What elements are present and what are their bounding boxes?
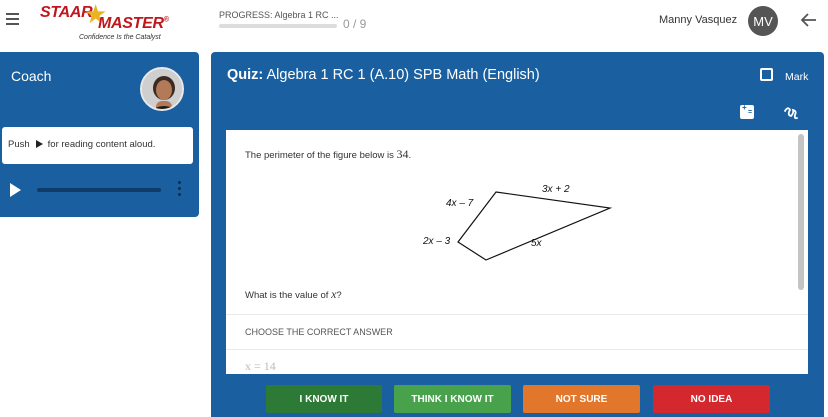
quiz-title-prefix: Quiz: (227, 67, 264, 83)
progress-indicator: PROGRESS: Algebra 1 RC ... 0 / 9 (219, 10, 379, 31)
hamburger-icon[interactable] (6, 13, 19, 25)
question-text-main: The perimeter of the figure below is (245, 150, 394, 161)
coach-speech-bubble: Push for reading content aloud. (2, 127, 193, 164)
no-idea-button[interactable]: NO IDEA (653, 385, 770, 413)
user-avatar[interactable]: MV (748, 6, 778, 36)
prompt-text-main: What is the value of (245, 290, 329, 301)
side-label-top-left: 4x – 7 (446, 198, 474, 209)
progress-track (219, 24, 337, 28)
more-vertical-icon[interactable] (177, 181, 183, 199)
scribble-icon[interactable] (783, 105, 799, 121)
logo-tagline: Confidence Is the Catalyst (79, 34, 161, 41)
choose-answer-header: CHOOSE THE CORRECT ANSWER (226, 314, 808, 350)
question-text: The perimeter of the figure below is 34. (245, 147, 411, 162)
speech-text-end: for reading content aloud. (47, 139, 156, 150)
side-label-top: 3x + 2 (542, 184, 570, 195)
answer-option[interactable]: x = 14 (245, 359, 276, 374)
progress-count: 0 / 9 (343, 17, 367, 31)
audio-progress-bar[interactable] (37, 188, 161, 192)
question-scrollbar[interactable] (798, 134, 804, 290)
staar-master-logo[interactable]: STAAR ★ MASTER® Confidence Is the Cataly… (38, 1, 178, 43)
prompt-text: What is the value of x? (245, 287, 342, 302)
mark-checkbox[interactable] (760, 68, 773, 81)
logo-word-master: MASTER® (98, 15, 169, 32)
side-label-bottom: 5x (531, 238, 542, 249)
answer-option-text: x = 14 (245, 359, 276, 373)
question-value: 34 (396, 147, 409, 161)
not-sure-button[interactable]: NOT SURE (523, 385, 640, 413)
choose-answer-label: CHOOSE THE CORRECT ANSWER (245, 327, 393, 337)
speech-text-start: Push (8, 139, 30, 150)
user-name: Manny Vasquez (659, 14, 738, 26)
play-inline-icon (35, 140, 43, 148)
calculator-icon[interactable] (740, 103, 754, 119)
prompt-text-end: ? (336, 290, 342, 301)
quadrilateral-shape (457, 191, 613, 261)
coach-avatar (140, 67, 184, 111)
question-panel: The perimeter of the figure below is 34.… (226, 130, 808, 374)
quiz-title: Quiz: Algebra 1 RC 1 (A.10) SPB Math (En… (227, 67, 540, 83)
arrow-left-icon[interactable] (800, 11, 818, 29)
quadrilateral-figure: 4x – 7 3x + 2 2x – 3 5x (418, 182, 648, 277)
quiz-title-text: Algebra 1 RC 1 (A.10) SPB Math (English) (266, 67, 540, 83)
side-label-left: 2x – 3 (423, 236, 451, 247)
play-icon[interactable] (10, 183, 21, 197)
i-know-it-button[interactable]: I KNOW IT (266, 385, 382, 413)
coach-panel: Coach Push for reading content aloud. (0, 52, 199, 217)
top-bar: STAAR ★ MASTER® Confidence Is the Cataly… (0, 0, 828, 46)
question-text-end: . (408, 150, 412, 161)
mark-label[interactable]: Mark (785, 71, 808, 83)
think-i-know-it-button[interactable]: THINK I KNOW IT (394, 385, 511, 413)
coach-title: Coach (11, 68, 52, 84)
